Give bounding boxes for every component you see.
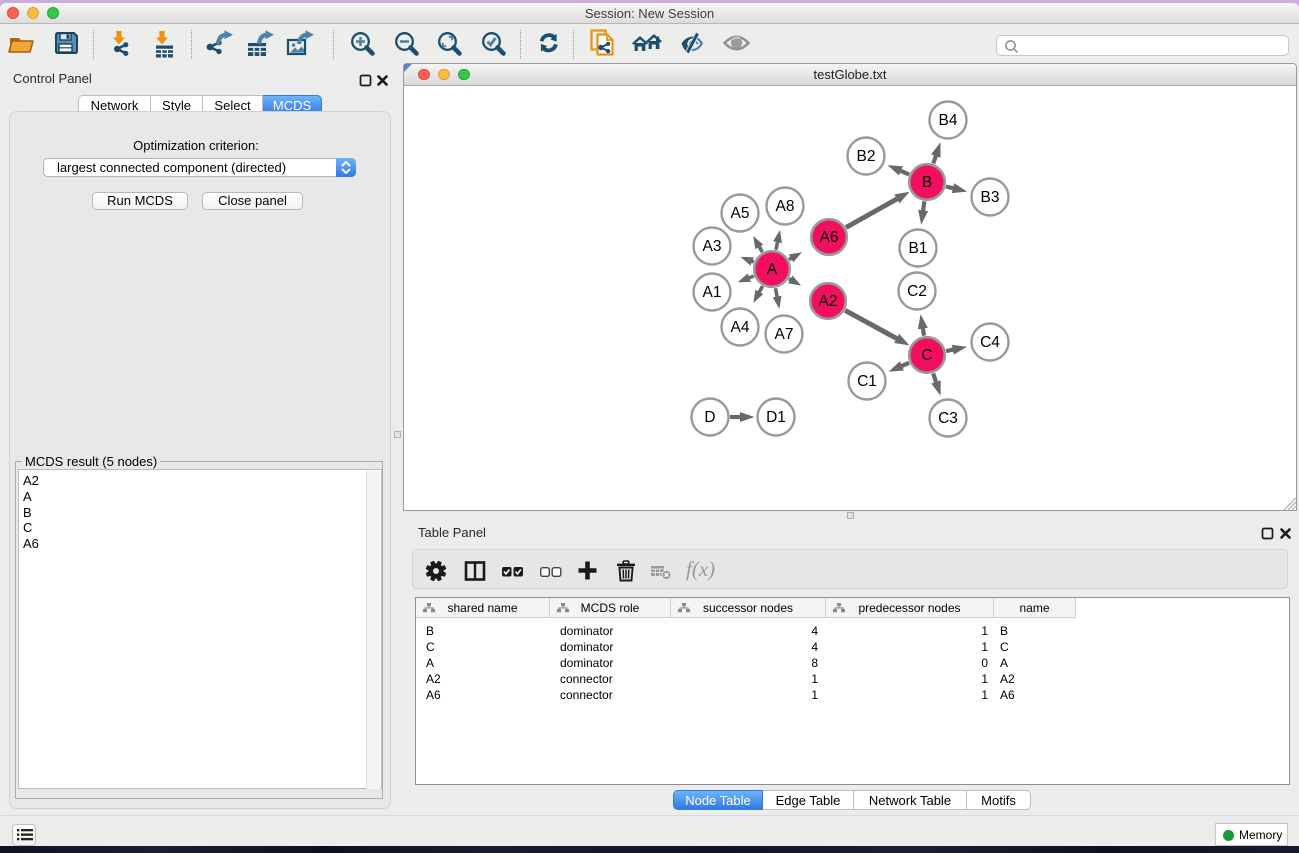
svg-text:B3: B3 <box>981 189 1000 206</box>
svg-text:A4: A4 <box>731 319 750 336</box>
svg-text:C3: C3 <box>938 410 958 427</box>
svg-text:A2: A2 <box>819 293 838 310</box>
svg-text:D1: D1 <box>766 409 786 426</box>
svg-text:A7: A7 <box>775 326 794 343</box>
svg-text:A3: A3 <box>703 238 722 255</box>
svg-text:C4: C4 <box>980 334 1000 351</box>
svg-text:B1: B1 <box>909 240 928 257</box>
svg-text:B2: B2 <box>857 148 876 165</box>
svg-text:D: D <box>704 409 715 426</box>
svg-text:B: B <box>922 174 932 191</box>
svg-text:A5: A5 <box>731 205 750 222</box>
svg-text:A8: A8 <box>776 198 795 215</box>
svg-text:A: A <box>767 261 778 278</box>
svg-text:B4: B4 <box>939 112 958 129</box>
svg-text:C1: C1 <box>857 373 877 390</box>
svg-text:A1: A1 <box>703 284 722 301</box>
svg-text:C: C <box>921 347 932 364</box>
svg-text:C2: C2 <box>907 283 927 300</box>
svg-text:A6: A6 <box>820 229 839 246</box>
